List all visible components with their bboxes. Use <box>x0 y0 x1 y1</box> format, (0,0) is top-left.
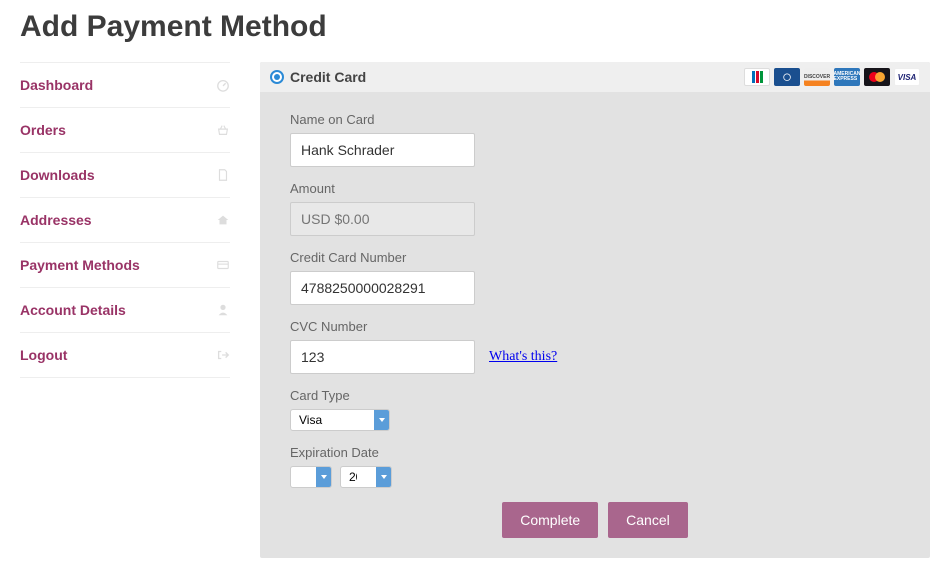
home-icon <box>216 213 230 227</box>
card-type-select[interactable]: Visa <box>290 409 390 431</box>
complete-button[interactable]: Complete <box>502 502 598 538</box>
cancel-button[interactable]: Cancel <box>608 502 688 538</box>
account-sidebar: Dashboard Orders Downloads Addresses <box>20 62 230 558</box>
sidebar-item-orders[interactable]: Orders <box>20 108 230 153</box>
user-icon <box>216 303 230 317</box>
sidebar-item-addresses[interactable]: Addresses <box>20 198 230 243</box>
mastercard-icon <box>864 68 890 86</box>
sidebar-item-payment-methods[interactable]: Payment Methods <box>20 243 230 288</box>
cvc-label: CVC Number <box>290 319 900 334</box>
sidebar-item-downloads[interactable]: Downloads <box>20 153 230 198</box>
radio-selected-icon <box>270 70 284 84</box>
diners-icon: ◯ <box>774 68 800 86</box>
sidebar-item-label: Orders <box>20 122 66 138</box>
card-number-input[interactable] <box>290 271 475 305</box>
payment-panel: Credit Card ◯ DISCOVER AMERICANEXPRESS V… <box>260 62 930 558</box>
amex-icon: AMERICANEXPRESS <box>834 68 860 86</box>
sidebar-item-label: Logout <box>20 347 67 363</box>
payment-form: Name on Card Amount Credit Card Number C… <box>260 92 930 558</box>
cvc-help-link[interactable]: What's this? <box>489 349 557 365</box>
jcb-icon <box>744 68 770 86</box>
dashboard-icon <box>216 78 230 92</box>
sidebar-item-label: Payment Methods <box>20 257 140 273</box>
sidebar-item-account-details[interactable]: Account Details <box>20 288 230 333</box>
amount-label: Amount <box>290 181 900 196</box>
sidebar-item-logout[interactable]: Logout <box>20 333 230 378</box>
amount-input <box>290 202 475 236</box>
page-title: Add Payment Method <box>20 10 930 44</box>
payment-method-radio[interactable]: Credit Card <box>270 69 366 85</box>
discover-icon: DISCOVER <box>804 68 830 86</box>
exp-year-select[interactable]: 2018 <box>340 466 392 488</box>
sidebar-item-dashboard[interactable]: Dashboard <box>20 62 230 108</box>
expiration-date-label: Expiration Date <box>290 445 900 460</box>
file-icon <box>216 168 230 182</box>
card-type-label: Card Type <box>290 388 900 403</box>
payment-method-label: Credit Card <box>290 69 366 85</box>
name-on-card-label: Name on Card <box>290 112 900 127</box>
sidebar-item-label: Addresses <box>20 212 92 228</box>
card-icon <box>216 258 230 272</box>
card-brand-icons: ◯ DISCOVER AMERICANEXPRESS VISA <box>744 68 920 86</box>
name-on-card-input[interactable] <box>290 133 475 167</box>
sidebar-item-label: Dashboard <box>20 77 93 93</box>
card-number-label: Credit Card Number <box>290 250 900 265</box>
sidebar-item-label: Account Details <box>20 302 126 318</box>
basket-icon <box>216 123 230 137</box>
payment-panel-header: Credit Card ◯ DISCOVER AMERICANEXPRESS V… <box>260 62 930 92</box>
visa-icon: VISA <box>894 68 920 86</box>
cvc-input[interactable] <box>290 340 475 374</box>
logout-icon <box>216 348 230 362</box>
exp-month-select[interactable]: 01 <box>290 466 332 488</box>
sidebar-item-label: Downloads <box>20 167 95 183</box>
